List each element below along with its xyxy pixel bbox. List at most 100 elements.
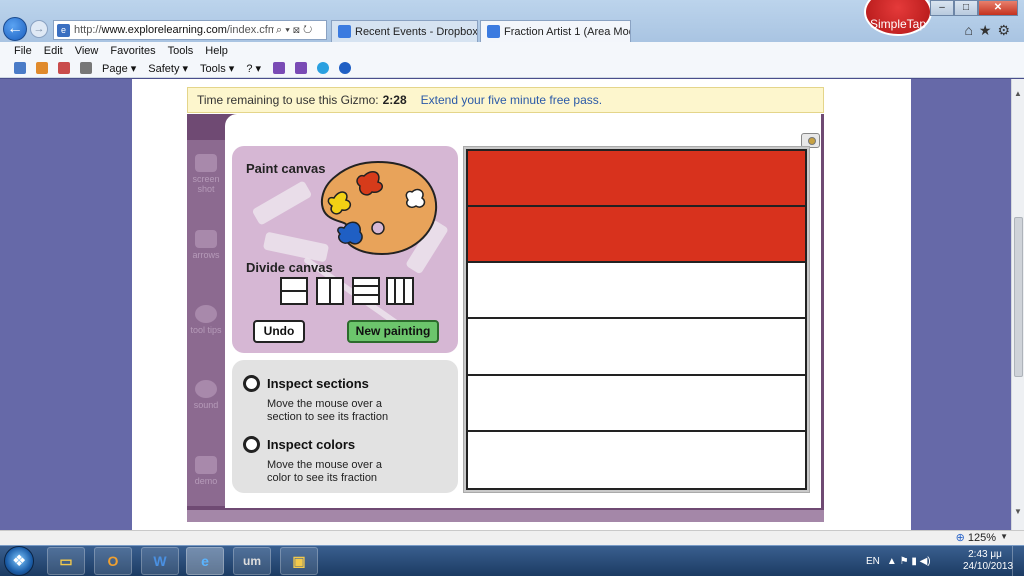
- taskbar: ▭ O W e um ▣ EN ▲ ⚑ ▮ ◀) 2:43 μμ 24/10/2…: [0, 545, 1024, 576]
- divide-thirds-vertical-button[interactable]: [386, 277, 414, 305]
- tab-dropbox[interactable]: Recent Events - Dropbox: [331, 20, 478, 42]
- inspect-colors-description: Move the mouse over a color to see its f…: [267, 459, 382, 484]
- help-menu[interactable]: ? ▾: [246, 62, 261, 75]
- window-controls: – □ ✕: [930, 0, 1018, 16]
- taskbar-explorer-icon[interactable]: ▭: [47, 547, 85, 575]
- extend-pass-link[interactable]: Extend your five minute free pass.: [421, 93, 602, 107]
- scroll-down-icon[interactable]: ▼: [1014, 507, 1022, 516]
- vertical-scrollbar[interactable]: ▲ ▼: [1011, 79, 1024, 530]
- paint-panel: Paint canvas Divide canvas Undo New pain…: [232, 146, 458, 353]
- menu-bar: File Edit View Favorites Tools Help: [0, 42, 1024, 59]
- home-icon[interactable]: [14, 62, 26, 74]
- speaker-icon: [195, 380, 217, 398]
- scroll-up-icon[interactable]: ▲: [1014, 89, 1022, 98]
- divider-line: [282, 290, 306, 292]
- canvas-section[interactable]: [468, 431, 805, 488]
- menu-file[interactable]: File: [14, 45, 32, 57]
- inspect-panel: Inspect sections Move the mouse over a s…: [232, 360, 458, 493]
- inspect-sections-radio[interactable]: [243, 375, 260, 392]
- new-painting-button[interactable]: New painting: [347, 320, 439, 343]
- canvas-section[interactable]: [468, 263, 805, 320]
- menu-help[interactable]: Help: [205, 45, 228, 57]
- gizmo-bottom-bar: [187, 508, 824, 522]
- red-paint-blob: [356, 171, 383, 196]
- tab-fraction-artist[interactable]: Fraction Artist 1 (Area Mod... ✕: [480, 20, 631, 42]
- language-indicator[interactable]: EN: [866, 556, 880, 567]
- taskbar-movie-maker-icon[interactable]: um: [233, 547, 271, 575]
- divider-line: [394, 279, 396, 303]
- menu-view[interactable]: View: [75, 45, 99, 57]
- arrows-tool[interactable]: arrows: [189, 230, 223, 260]
- palette-icon[interactable]: [316, 158, 440, 258]
- simpletap-badge[interactable]: SimpleTap: [864, 0, 932, 36]
- tooltips-tool[interactable]: tool tips: [189, 305, 223, 335]
- status-bar: 125% ▼: [0, 530, 1024, 545]
- canvas-section[interactable]: [468, 375, 805, 432]
- divide-halves-vertical-button[interactable]: [316, 277, 344, 305]
- menu-tools[interactable]: Tools: [168, 45, 194, 57]
- system-tray: EN ▲ ⚑ ▮ ◀): [866, 546, 938, 576]
- timer-value: 2:28: [382, 93, 407, 107]
- forward-button[interactable]: →: [30, 20, 48, 38]
- dropbox-icon: [338, 25, 351, 38]
- canvas-section[interactable]: [468, 151, 805, 208]
- page-background-right: [911, 79, 1011, 530]
- screenshot-tool[interactable]: screen shot: [189, 154, 223, 194]
- divide-canvas-title: Divide canvas: [246, 260, 333, 275]
- sound-tool[interactable]: sound: [189, 380, 223, 410]
- camera-tool-icon: [195, 154, 217, 172]
- divider-line: [354, 294, 378, 296]
- tray-icons[interactable]: ▲ ⚑ ▮ ◀): [887, 556, 931, 567]
- inspect-sections-description: Move the mouse over a section to see its…: [267, 398, 389, 423]
- canvas-section[interactable]: [468, 207, 805, 264]
- back-button[interactable]: ←: [3, 17, 27, 41]
- address-controls[interactable]: ⌕ ▾ ⊠ ↻: [276, 24, 312, 37]
- browser-chrome: ← → e http://www.explorelearning.com/ind…: [0, 0, 1024, 42]
- taskbar-outlook-icon[interactable]: O: [94, 547, 132, 575]
- address-bar[interactable]: e http://www.explorelearning.com/index.c…: [53, 20, 327, 40]
- divide-halves-horizontal-button[interactable]: [280, 277, 308, 305]
- page-menu[interactable]: Page ▾: [102, 62, 136, 75]
- inspect-colors-title: Inspect colors: [267, 437, 356, 452]
- tooltips-icon: [195, 305, 217, 323]
- demo-tool[interactable]: demo: [189, 456, 223, 486]
- feeds-icon[interactable]: [36, 62, 48, 74]
- menu-edit[interactable]: Edit: [44, 45, 63, 57]
- painting-canvas[interactable]: [466, 149, 807, 490]
- print-icon[interactable]: [80, 62, 92, 74]
- divider-line: [354, 285, 378, 287]
- bluetooth-icon[interactable]: [339, 62, 352, 74]
- zoom-dropdown-icon[interactable]: ▼: [1000, 532, 1008, 541]
- canvas-section[interactable]: [468, 319, 805, 376]
- clock-date: 24/10/2013: [963, 561, 1014, 572]
- paint-tube-icon: [251, 180, 313, 226]
- divide-thirds-horizontal-button[interactable]: [352, 277, 380, 305]
- mail-icon[interactable]: [58, 62, 70, 74]
- explorelearning-icon: [487, 25, 500, 38]
- taskbar-internet-explorer-icon[interactable]: e: [186, 547, 224, 575]
- onenote-icon[interactable]: [273, 62, 286, 74]
- timer-label: Time remaining to use this Gizmo:: [197, 93, 379, 107]
- divider-line: [329, 279, 331, 303]
- tools-menu[interactable]: Tools ▾: [200, 62, 234, 75]
- skype-icon[interactable]: [317, 62, 330, 74]
- home-favorites-tools-icons[interactable]: ⌂★⚙: [964, 22, 1016, 39]
- safety-menu[interactable]: Safety ▾: [148, 62, 188, 75]
- demo-icon: [195, 456, 217, 474]
- menu-favorites[interactable]: Favorites: [110, 45, 155, 57]
- undo-button[interactable]: Undo: [253, 320, 305, 343]
- minimize-button[interactable]: –: [930, 0, 954, 16]
- maximize-button[interactable]: □: [954, 0, 978, 16]
- onenote-linked-icon[interactable]: [295, 62, 308, 74]
- zoom-level[interactable]: 125%: [956, 531, 996, 545]
- inspect-colors-radio[interactable]: [243, 436, 260, 453]
- show-desktop-button[interactable]: [1012, 546, 1024, 576]
- start-button[interactable]: [4, 546, 34, 576]
- blue-paint-blob: [337, 221, 363, 245]
- clock[interactable]: 2:43 μμ 24/10/2013: [963, 549, 1014, 573]
- close-window-button[interactable]: ✕: [978, 0, 1018, 16]
- scrollbar-thumb[interactable]: [1014, 217, 1023, 377]
- address-text[interactable]: http://www.explorelearning.com/index.cfm…: [74, 24, 274, 36]
- taskbar-word-icon[interactable]: W: [141, 547, 179, 575]
- taskbar-folder-icon[interactable]: ▣: [280, 547, 318, 575]
